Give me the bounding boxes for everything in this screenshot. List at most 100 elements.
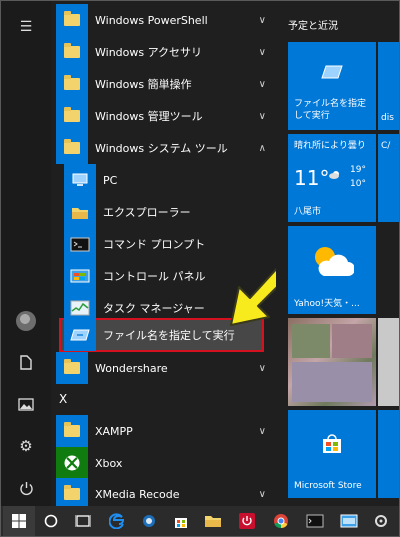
folder-icon <box>56 352 88 384</box>
list-item-label: エクスプローラー <box>103 206 191 219</box>
start-left-rail: ☰ ⚙ <box>1 1 51 506</box>
power-button[interactable] <box>1 468 51 508</box>
photo-thumbnail <box>292 324 330 358</box>
cloud-icon <box>329 171 339 179</box>
windows-logo-icon <box>12 514 26 528</box>
list-item-label: Xbox <box>95 456 123 470</box>
list-item-label: タスク マネージャー <box>103 302 205 315</box>
list-item-label: Windows 管理ツール <box>95 110 203 123</box>
list-item-label: コマンド プロンプト <box>103 238 206 251</box>
terminal-icon <box>306 514 324 528</box>
tile-yahoo-weather[interactable]: Yahoo!天気・... <box>288 226 376 314</box>
taskbar <box>1 506 399 536</box>
section-header-x[interactable]: X <box>59 392 67 406</box>
folder-icon <box>56 100 88 132</box>
folder-icon <box>56 68 88 100</box>
tile-label: C/ <box>381 141 391 151</box>
folder-icon <box>56 478 88 506</box>
power-icon <box>19 481 33 495</box>
tile-partial-2[interactable]: C/ <box>378 134 399 222</box>
weather-condition: 晴れ所により曇り <box>294 141 366 151</box>
control-panel-icon <box>64 260 96 292</box>
folder-icon <box>56 415 88 447</box>
list-item-wondershare[interactable]: Wondershare ∨ <box>51 352 276 384</box>
user-account-button[interactable] <box>1 301 51 341</box>
taskbar-cmd[interactable] <box>299 506 331 536</box>
list-item-label: Windows システム ツール <box>95 142 228 155</box>
chevron-down-icon: ∨ <box>258 425 266 437</box>
list-item-explorer[interactable]: エクスプローラー <box>51 196 276 228</box>
tile-weather[interactable]: 晴れ所により曇り 11° 19° 10° 八尾市 <box>288 134 376 222</box>
document-icon <box>20 354 32 370</box>
run-icon <box>321 65 343 79</box>
pc-icon <box>64 164 96 196</box>
tile-microsoft-store[interactable]: Microsoft Store <box>288 410 376 498</box>
command-prompt-icon <box>64 228 96 260</box>
edge-icon <box>109 513 125 529</box>
chevron-down-icon: ∨ <box>258 488 266 500</box>
list-item-label: コントロール パネル <box>103 270 206 283</box>
taskbar-edge[interactable] <box>101 506 133 536</box>
list-item-windows-powershell[interactable]: Windows PowerShell ∨ <box>51 4 276 36</box>
run-icon <box>64 319 96 351</box>
list-item-label: XAMPP <box>95 424 133 438</box>
folder-icon <box>56 4 88 36</box>
tile-photos[interactable] <box>288 318 376 406</box>
tile-label: Microsoft Store <box>294 481 362 491</box>
list-item-label: Windows PowerShell <box>95 13 208 27</box>
tile-partial-1[interactable]: dis <box>378 42 399 130</box>
window-app-icon <box>340 514 358 528</box>
tile-partial-3[interactable] <box>378 318 399 406</box>
pictures-button[interactable] <box>1 384 51 424</box>
list-item-label: Windows アクセサリ <box>95 46 203 59</box>
list-item-xmedia-recode[interactable]: XMedia Recode ∨ <box>51 478 276 506</box>
chevron-up-icon: ∧ <box>258 142 266 154</box>
list-item-label: Wondershare <box>95 361 168 375</box>
xbox-icon <box>56 447 88 479</box>
photo-thumbnail <box>292 362 372 402</box>
chevron-down-icon: ∨ <box>258 110 266 122</box>
chevron-down-icon: ∨ <box>258 14 266 26</box>
list-item-pc[interactable]: PC <box>51 164 276 196</box>
chevron-down-icon: ∨ <box>258 78 266 90</box>
taskbar-explorer[interactable] <box>197 506 229 536</box>
search-circle-icon <box>44 514 58 528</box>
tile-run[interactable]: ファイル名を指定して実行 <box>288 42 376 130</box>
avatar <box>16 311 36 331</box>
chrome-icon <box>274 514 288 529</box>
list-item-label: PC <box>103 173 118 187</box>
photo-thumbnail <box>332 324 372 358</box>
picture-icon <box>18 397 34 411</box>
hamburger-menu-button[interactable]: ☰ <box>1 7 51 47</box>
file-explorer-icon <box>64 196 96 228</box>
weather-sun-cloud-icon <box>315 247 354 276</box>
taskbar-app-power[interactable] <box>231 506 263 536</box>
list-item-windows-ease-of-access[interactable]: Windows 簡単操作 ∨ <box>51 68 276 100</box>
taskbar-app-2[interactable] <box>133 506 165 536</box>
settings-button[interactable]: ⚙ <box>1 426 51 466</box>
documents-button[interactable] <box>1 342 51 382</box>
tile-label: ファイル名を指定して実行 <box>294 99 367 121</box>
gear-icon: ⚙ <box>19 437 33 455</box>
list-item-windows-accessories[interactable]: Windows アクセサリ ∨ <box>51 36 276 68</box>
list-item-windows-admin-tools[interactable]: Windows 管理ツール ∨ <box>51 100 276 132</box>
search-button[interactable] <box>35 506 67 536</box>
list-item-label: Windows 簡単操作 <box>95 78 192 91</box>
folder-icon <box>205 516 221 527</box>
taskbar-app-last[interactable] <box>365 506 397 536</box>
browser-icon <box>143 515 155 527</box>
tile-partial-4[interactable] <box>378 410 399 498</box>
task-view-button[interactable] <box>67 506 99 536</box>
live-tiles-area: 予定と近況 ファイル名を指定して実行 dis 晴れ所により曇り 11° 19° … <box>276 1 399 506</box>
folder-icon <box>56 36 88 68</box>
list-item-xampp[interactable]: XAMPP ∨ <box>51 415 276 447</box>
list-item-label: XMedia Recode <box>95 487 180 501</box>
start-button[interactable] <box>3 506 35 536</box>
taskbar-app-blue[interactable] <box>333 506 365 536</box>
taskbar-chrome[interactable] <box>265 506 297 536</box>
taskbar-store[interactable] <box>165 506 197 536</box>
folder-icon <box>56 132 88 164</box>
list-item-windows-system-tools[interactable]: Windows システム ツール ∧ <box>51 132 276 164</box>
list-item-xbox[interactable]: Xbox <box>51 447 276 479</box>
weather-temperature: 11° <box>294 166 330 190</box>
